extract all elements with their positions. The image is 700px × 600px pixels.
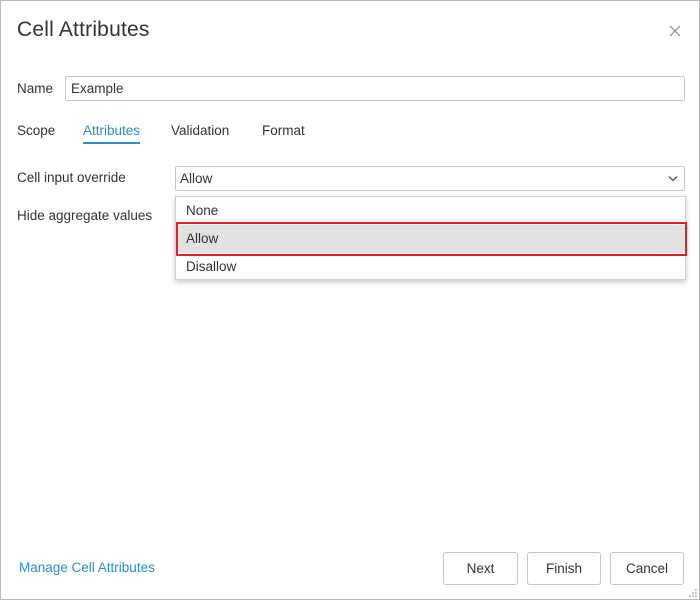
dropdown-list: None Allow Disallow [175, 196, 686, 280]
option-disallow[interactable]: Disallow [176, 253, 685, 281]
close-icon [668, 24, 682, 38]
next-button[interactable]: Next [443, 552, 518, 585]
name-input[interactable] [65, 76, 685, 101]
dialog-title: Cell Attributes [17, 18, 150, 41]
cell-attributes-dialog: Cell Attributes Name Scope Attributes Va… [0, 0, 700, 600]
hide-aggregate-values-label: Hide aggregate values [17, 208, 153, 223]
option-none[interactable]: None [176, 197, 685, 225]
finish-button[interactable]: Finish [527, 552, 601, 585]
close-button[interactable] [668, 24, 682, 38]
option-allow[interactable]: Allow [176, 225, 685, 253]
cancel-button[interactable]: Cancel [610, 552, 684, 585]
name-label: Name [17, 81, 54, 96]
tab-format[interactable]: Format [262, 123, 305, 142]
cell-input-override-value: Allow [180, 171, 213, 186]
manage-cell-attributes-link[interactable]: Manage Cell Attributes [19, 560, 155, 575]
resize-grip-icon[interactable] [689, 589, 697, 597]
chevron-down-icon [668, 175, 678, 182]
cell-input-override-select[interactable]: Allow [175, 166, 685, 191]
tab-validation[interactable]: Validation [171, 123, 229, 142]
tab-scope[interactable]: Scope [17, 123, 55, 142]
cell-input-override-label: Cell input override [17, 170, 126, 185]
tab-attributes[interactable]: Attributes [83, 123, 141, 144]
